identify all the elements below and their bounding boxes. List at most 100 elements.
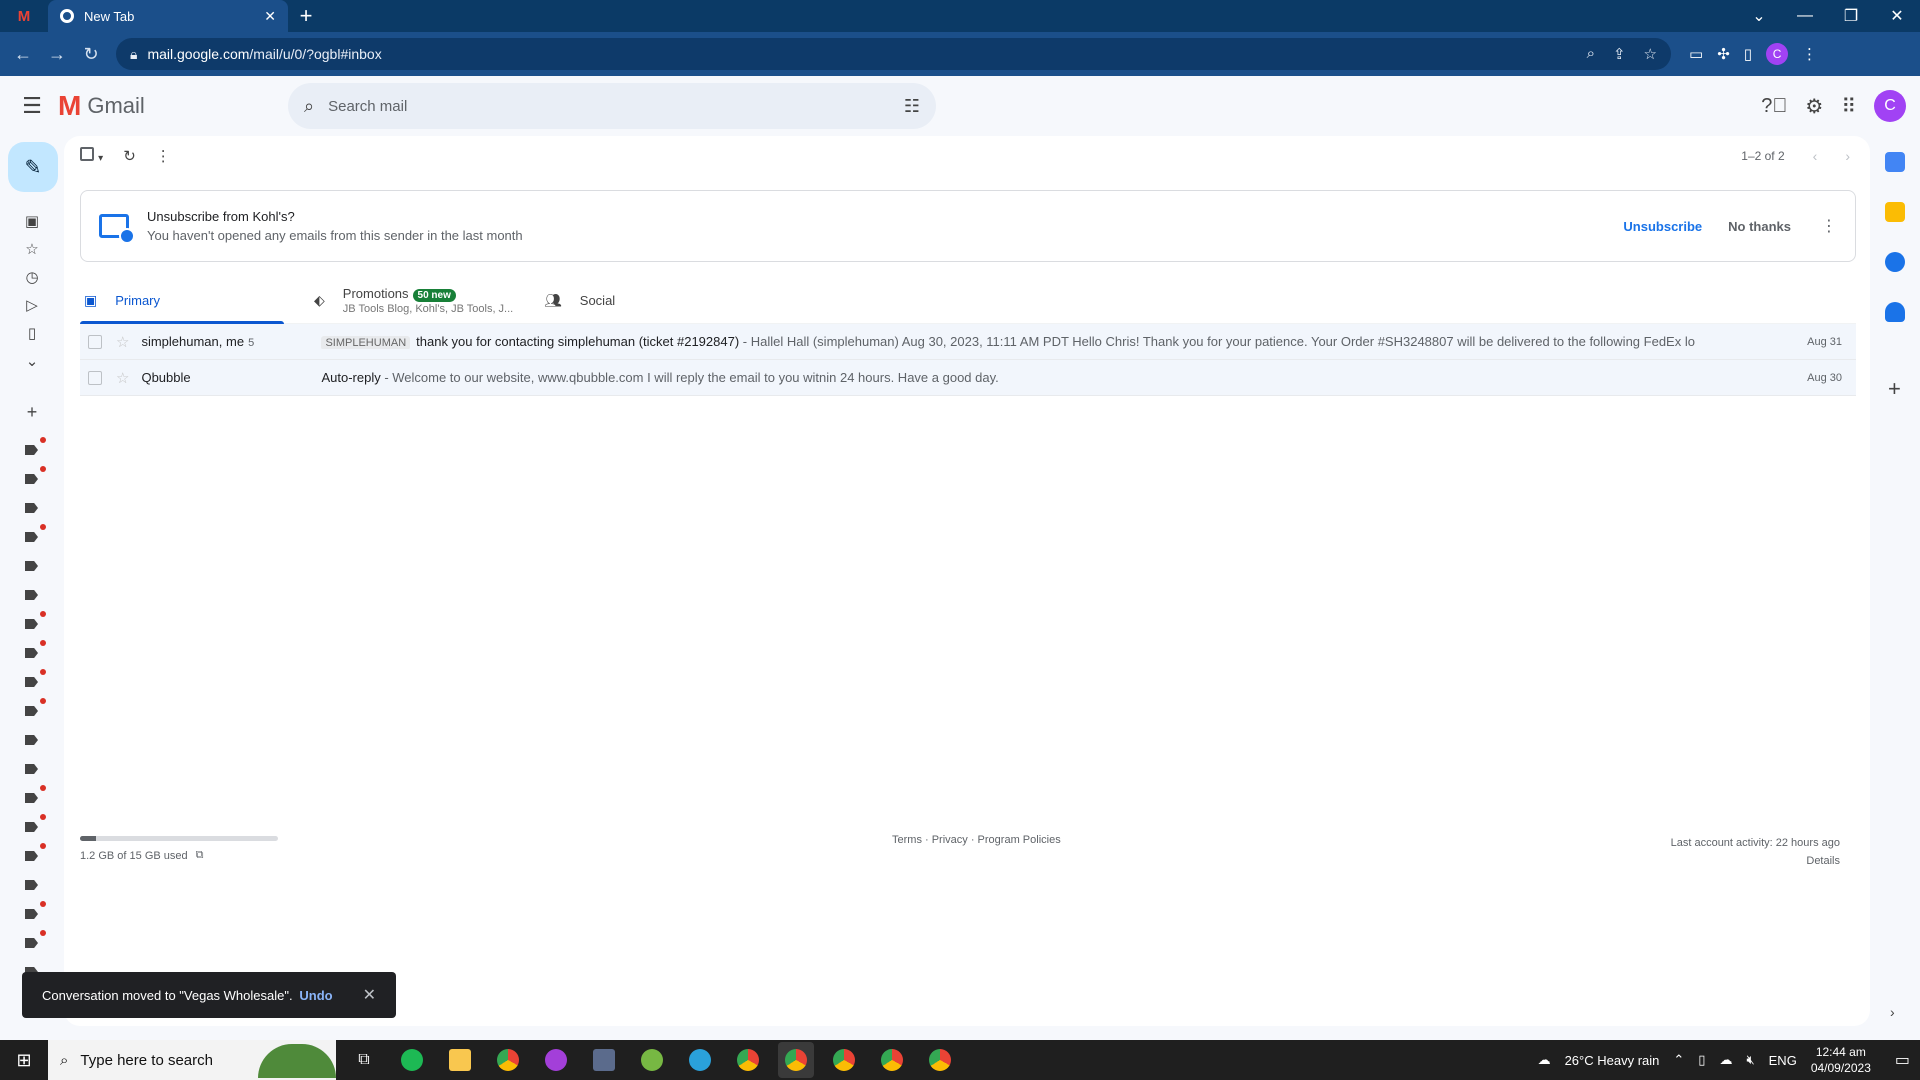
label-icon[interactable]: [25, 938, 38, 948]
label-icon[interactable]: [25, 561, 38, 571]
browser-tab-new-tab[interactable]: New Tab ✕: [48, 0, 288, 32]
language-indicator[interactable]: ENG: [1769, 1053, 1797, 1068]
new-tab-button[interactable]: +: [288, 0, 324, 32]
chrome-profile-icon[interactable]: [874, 1042, 910, 1078]
search-options-icon[interactable]: ☷: [904, 96, 920, 117]
label-icon[interactable]: [25, 532, 38, 542]
chrome-profile-icon[interactable]: [826, 1042, 862, 1078]
compose-button[interactable]: ✎: [8, 142, 58, 192]
chrome-menu-icon[interactable]: ⋮: [1802, 45, 1817, 63]
row-checkbox[interactable]: [88, 370, 102, 385]
utorrent-icon[interactable]: [634, 1042, 670, 1078]
search-box[interactable]: ⌕ Search mail ☷: [288, 83, 936, 129]
label-chip[interactable]: SIMPLEHUMAN: [321, 336, 411, 349]
messenger-icon[interactable]: [538, 1042, 574, 1078]
gmail-pinned-tab[interactable]: M: [0, 0, 48, 32]
email-row[interactable]: ☆ simplehuman, me 5 SIMPLEHUMAN thank you …: [80, 324, 1856, 360]
file-explorer-icon[interactable]: [442, 1042, 478, 1078]
snoozed-clock-icon[interactable]: ◷: [22, 268, 42, 288]
pager-range[interactable]: 1–2 of 2: [1741, 149, 1784, 163]
banner-more-icon[interactable]: ⋮: [1821, 216, 1837, 236]
footer-links[interactable]: Terms · Privacy · Program Policies: [892, 834, 1061, 846]
chrome-profile-active-icon[interactable]: [778, 1042, 814, 1078]
notifications-icon[interactable]: ▭: [1895, 1050, 1910, 1070]
reload-icon[interactable]: ↻: [76, 39, 106, 69]
tab-search-icon[interactable]: ⌄: [1736, 6, 1782, 26]
star-icon[interactable]: ☆: [116, 369, 129, 387]
undo-button[interactable]: Undo: [299, 988, 332, 1003]
add-addon-plus-icon[interactable]: +: [1888, 376, 1901, 402]
label-icon[interactable]: [25, 445, 38, 455]
restore-icon[interactable]: ❐: [1828, 6, 1874, 26]
forward-icon[interactable]: →: [42, 39, 72, 69]
extensions-puzzle-icon[interactable]: ✣: [1717, 45, 1730, 63]
gmail-logo[interactable]: M Gmail: [58, 92, 228, 120]
zoom-icon[interactable]: ⌕: [1587, 45, 1595, 63]
onedrive-icon[interactable]: ☁: [1719, 1052, 1732, 1068]
tray-chevron-icon[interactable]: ⌃: [1673, 1052, 1684, 1068]
weather-text[interactable]: 26°C Heavy rain: [1565, 1053, 1660, 1068]
details-link[interactable]: Details: [1671, 852, 1840, 870]
close-tab-icon[interactable]: ✕: [264, 8, 276, 25]
unsubscribe-button[interactable]: Unsubscribe: [1623, 219, 1702, 234]
email-row[interactable]: ☆ Qbubble Auto-reply - Welcome to our we…: [80, 360, 1856, 396]
search-input[interactable]: Search mail: [328, 98, 890, 115]
label-icon[interactable]: [25, 880, 38, 890]
close-snackbar-icon[interactable]: ✕: [363, 985, 376, 1005]
label-icon[interactable]: [25, 793, 38, 803]
help-icon[interactable]: ?⃝: [1761, 95, 1787, 118]
older-chevron-left-icon[interactable]: ‹: [1813, 148, 1818, 164]
apps-grid-icon[interactable]: ⠿: [1841, 94, 1856, 119]
open-storage-icon[interactable]: ⧉: [196, 849, 204, 862]
tab-promotions[interactable]: ⬖ Promotions 50 new JB Tools Blog, Kohl's…: [310, 276, 540, 324]
starred-icon[interactable]: ☆: [22, 240, 42, 260]
label-icon[interactable]: [25, 503, 38, 513]
drafts-icon[interactable]: ▯: [22, 324, 42, 344]
label-icon[interactable]: [25, 590, 38, 600]
contacts-icon[interactable]: [1885, 302, 1905, 322]
label-icon[interactable]: [25, 909, 38, 919]
label-icon[interactable]: [25, 474, 38, 484]
back-icon[interactable]: ←: [8, 39, 38, 69]
tray-app-icon[interactable]: ▯: [1698, 1052, 1705, 1068]
select-all-checkbox[interactable]: ▾: [80, 147, 103, 165]
clock[interactable]: 12:44 am 04/09/2023: [1811, 1044, 1871, 1076]
chrome-profile-icon[interactable]: [922, 1042, 958, 1078]
star-icon[interactable]: ☆: [116, 333, 129, 351]
volume-muted-icon[interactable]: 🔇︎: [1746, 1052, 1754, 1068]
spotify-icon[interactable]: [394, 1042, 430, 1078]
url-text[interactable]: mail.google.com/mail/u/0/?ogbl#inbox: [147, 46, 1576, 62]
omnibox[interactable]: 🔒︎ mail.google.com/mail/u/0/?ogbl#inbox …: [116, 38, 1671, 70]
calculator-icon[interactable]: [586, 1042, 622, 1078]
windows-start-icon[interactable]: ⊞: [0, 1040, 48, 1080]
weather-cloud-icon[interactable]: ☁: [1538, 1052, 1551, 1068]
telegram-icon[interactable]: [682, 1042, 718, 1078]
main-menu-icon[interactable]: ☰: [8, 93, 56, 119]
incognito-off-icon[interactable]: ▭: [1689, 45, 1703, 63]
label-icon[interactable]: [25, 851, 38, 861]
label-icon[interactable]: [25, 677, 38, 687]
chrome-icon[interactable]: [490, 1042, 526, 1078]
label-icon[interactable]: [25, 619, 38, 629]
calendar-icon[interactable]: [1885, 152, 1905, 172]
label-icon[interactable]: [25, 648, 38, 658]
more-options-icon[interactable]: ⋮: [156, 147, 171, 165]
share-icon[interactable]: ⇪: [1613, 45, 1626, 63]
minimize-icon[interactable]: —: [1782, 7, 1828, 25]
keep-icon[interactable]: [1885, 202, 1905, 222]
create-label-plus-icon[interactable]: +: [22, 402, 42, 422]
search-icon[interactable]: ⌕: [304, 96, 314, 117]
sent-icon[interactable]: ▷: [22, 296, 42, 316]
close-window-icon[interactable]: ✕: [1874, 6, 1920, 26]
side-panel-icon[interactable]: ▯: [1744, 45, 1752, 63]
more-chevron-icon[interactable]: ⌄: [22, 352, 42, 372]
label-icon[interactable]: [25, 706, 38, 716]
taskbar-search-input[interactable]: Type here to search: [80, 1052, 213, 1069]
tab-primary[interactable]: ▣ Primary: [80, 276, 310, 324]
label-icon[interactable]: [25, 735, 38, 745]
profile-avatar[interactable]: C: [1766, 43, 1789, 65]
no-thanks-button[interactable]: No thanks: [1728, 219, 1791, 234]
bookmark-star-icon[interactable]: ☆: [1644, 45, 1657, 63]
taskbar-search[interactable]: ⌕ Type here to search: [48, 1040, 336, 1080]
account-avatar[interactable]: C: [1874, 90, 1906, 122]
